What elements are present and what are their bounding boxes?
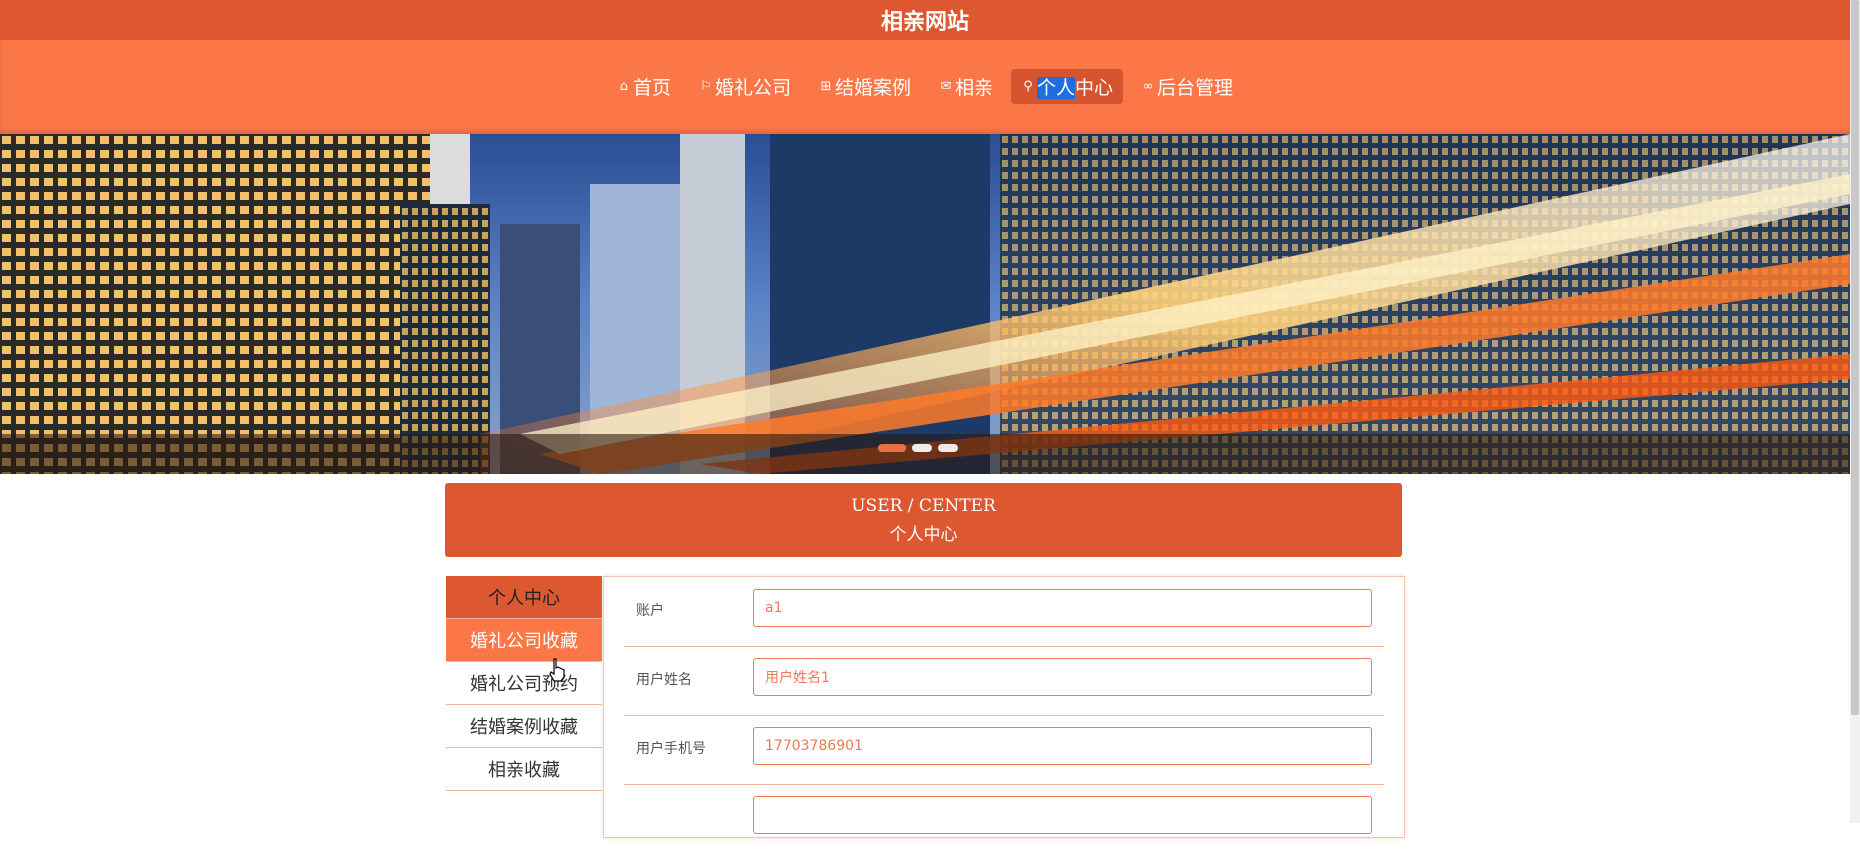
banner-image bbox=[0, 134, 1850, 474]
nav-label-admin: 后台管理 bbox=[1157, 76, 1234, 99]
side-item-wedding-company-favorites[interactable]: 婚礼公司收藏 bbox=[446, 619, 602, 662]
nav-label-wedding-cases: 结婚案例 bbox=[834, 76, 911, 99]
nav-item-dating[interactable]: ✉ 相亲 bbox=[929, 69, 1003, 104]
carousel-dot[interactable] bbox=[912, 444, 932, 452]
nav-label-user-center: 个人中心 bbox=[1037, 73, 1113, 100]
page-scrollbar[interactable] bbox=[1850, 0, 1860, 823]
username-input[interactable] bbox=[753, 658, 1372, 696]
phone-input[interactable] bbox=[753, 727, 1372, 765]
selected-text: 个人 bbox=[1037, 76, 1076, 99]
username-label: 用户姓名 bbox=[636, 672, 692, 688]
banner-carousel[interactable] bbox=[0, 134, 1850, 474]
link-icon: ∞ bbox=[1142, 78, 1154, 94]
carousel-dot[interactable] bbox=[878, 444, 906, 452]
main-nav: ⌂ 首页 ⚐ 婚礼公司 ⊞ 结婚案例 ✉ 相亲 ⚲ 个人中心 ∞ 后台管理 bbox=[0, 68, 1850, 104]
nav-item-wedding-cases[interactable]: ⊞ 结婚案例 bbox=[809, 69, 921, 104]
nav-label-home: 首页 bbox=[632, 76, 671, 99]
section-title-en: USER / CENTER bbox=[851, 496, 996, 516]
mail-icon: ✉ bbox=[940, 78, 952, 94]
gift-icon: ⊞ bbox=[820, 78, 832, 94]
phone-label: 用户手机号 bbox=[636, 741, 706, 757]
account-label: 账户 bbox=[636, 603, 664, 619]
nav-item-admin[interactable]: ∞ 后台管理 bbox=[1131, 69, 1243, 104]
carousel-dot[interactable] bbox=[938, 444, 958, 452]
form-row-next bbox=[624, 784, 1384, 853]
home-icon: ⌂ bbox=[619, 78, 629, 94]
site-title: 相亲网站 bbox=[880, 10, 969, 35]
scrollbar-thumb[interactable] bbox=[1851, 0, 1859, 715]
nav-item-wedding-company[interactable]: ⚐ 婚礼公司 bbox=[689, 69, 801, 104]
nav-label-user-center-rest: 中心 bbox=[1075, 76, 1114, 99]
user-icon: ⚲ bbox=[1023, 78, 1033, 94]
carousel-indicators bbox=[878, 444, 958, 452]
nav-item-user-center[interactable]: ⚲ 个人中心 bbox=[1011, 68, 1124, 104]
flag-icon: ⚐ bbox=[700, 78, 712, 94]
side-menu-header[interactable]: 个人中心 bbox=[446, 576, 602, 619]
nav-item-home[interactable]: ⌂ 首页 bbox=[607, 69, 681, 104]
form-row-phone: 用户手机号 bbox=[624, 715, 1384, 785]
next-field-input[interactable] bbox=[753, 796, 1372, 834]
profile-form: 账户 用户姓名 用户手机号 bbox=[603, 576, 1405, 838]
section-header: USER / CENTER 个人中心 bbox=[445, 483, 1402, 557]
hand-cursor-icon bbox=[549, 658, 565, 682]
section-title-cn: 个人中心 bbox=[889, 525, 958, 545]
form-row-account: 账户 bbox=[624, 577, 1384, 647]
side-menu: 个人中心 婚礼公司收藏 婚礼公司预约 结婚案例收藏 相亲收藏 bbox=[446, 576, 602, 791]
form-row-username: 用户姓名 bbox=[624, 646, 1384, 716]
nav-label-wedding-company: 婚礼公司 bbox=[714, 76, 791, 99]
account-input[interactable] bbox=[753, 589, 1372, 627]
navbar: ⌂ 首页 ⚐ 婚礼公司 ⊞ 结婚案例 ✉ 相亲 ⚲ 个人中心 ∞ 后台管理 bbox=[0, 40, 1850, 134]
side-item-wedding-company-booking[interactable]: 婚礼公司预约 bbox=[446, 662, 602, 705]
side-item-wedding-case-favorites[interactable]: 结婚案例收藏 bbox=[446, 705, 602, 748]
side-item-dating-favorites[interactable]: 相亲收藏 bbox=[446, 748, 602, 791]
nav-label-dating: 相亲 bbox=[954, 76, 993, 99]
site-title-bar: 相亲网站 bbox=[0, 0, 1850, 40]
